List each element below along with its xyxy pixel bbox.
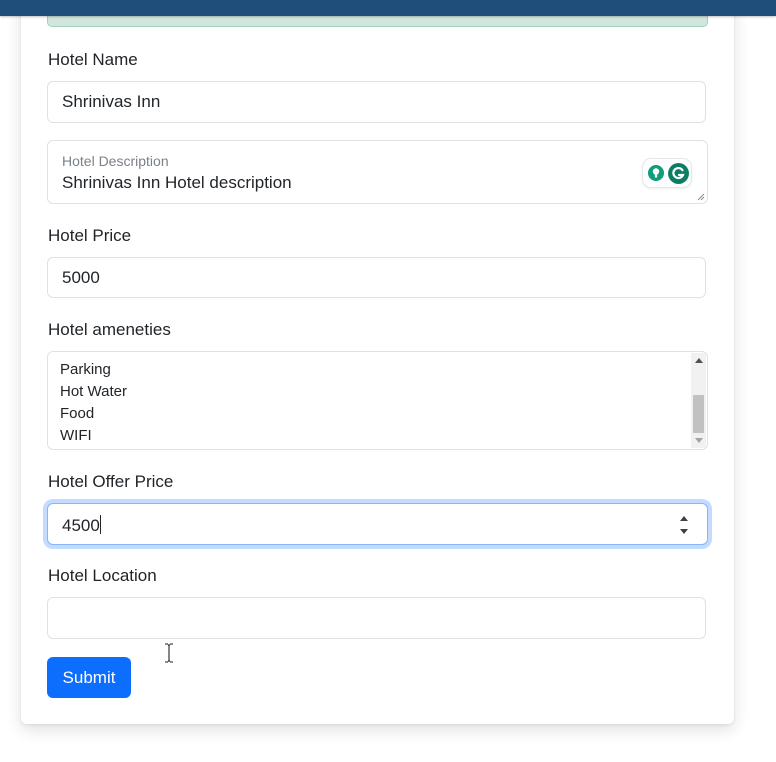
amenity-option-wifi[interactable]: WIFI: [60, 427, 92, 444]
hotel-price-value: 5000: [62, 267, 100, 287]
hotel-description-floating-label: Hotel Description: [62, 153, 169, 169]
grammarly-suggestion-icon[interactable]: [646, 163, 666, 183]
amenity-option-hot-water[interactable]: Hot Water: [60, 383, 127, 400]
hotel-offer-price-label: Hotel Offer Price: [48, 472, 174, 491]
submit-button[interactable]: Submit: [47, 657, 131, 698]
scroll-down-arrow-icon[interactable]: [695, 438, 703, 443]
hotel-name-input[interactable]: Shrinivas Inn: [47, 81, 706, 123]
hotel-amenities-label: Hotel ameneties: [48, 320, 171, 339]
spinner-up-icon[interactable]: [680, 516, 688, 521]
hotel-location-input[interactable]: [47, 597, 706, 639]
grammarly-logo-icon[interactable]: [667, 162, 689, 184]
hotel-offer-price-input[interactable]: 4500: [47, 503, 708, 545]
scrollbar-thumb[interactable]: [693, 395, 704, 433]
amenity-option-parking[interactable]: Parking: [60, 361, 111, 378]
hotel-name-value: Shrinivas Inn: [62, 92, 161, 111]
scroll-up-arrow-icon[interactable]: [695, 358, 703, 363]
hotel-price-label: Hotel Price: [48, 226, 132, 245]
spinner-down-icon[interactable]: [680, 529, 688, 534]
grammarly-widget[interactable]: [643, 159, 691, 187]
resize-handle-icon[interactable]: [697, 193, 705, 201]
hotel-price-input[interactable]: 5000: [47, 257, 706, 298]
text-cursor-icon: [165, 643, 173, 663]
hotel-offer-price-value: 4500: [62, 516, 100, 535]
hotel-amenities-select[interactable]: Parking Hot Water Food WIFI: [47, 351, 708, 450]
hotel-location-label: Hotel Location: [48, 566, 157, 585]
amenities-scrollbar[interactable]: [691, 353, 706, 448]
hotel-description-textarea[interactable]: Hotel Description Shrinivas Inn Hotel de…: [47, 140, 708, 204]
hotel-description-value: Shrinivas Inn Hotel description: [62, 173, 292, 192]
text-caret: [99, 515, 101, 534]
hotel-name-label: Hotel Name: [48, 50, 138, 69]
amenity-option-food[interactable]: Food: [60, 405, 94, 422]
top-navbar: [0, 0, 776, 16]
number-spinner[interactable]: [677, 513, 691, 537]
